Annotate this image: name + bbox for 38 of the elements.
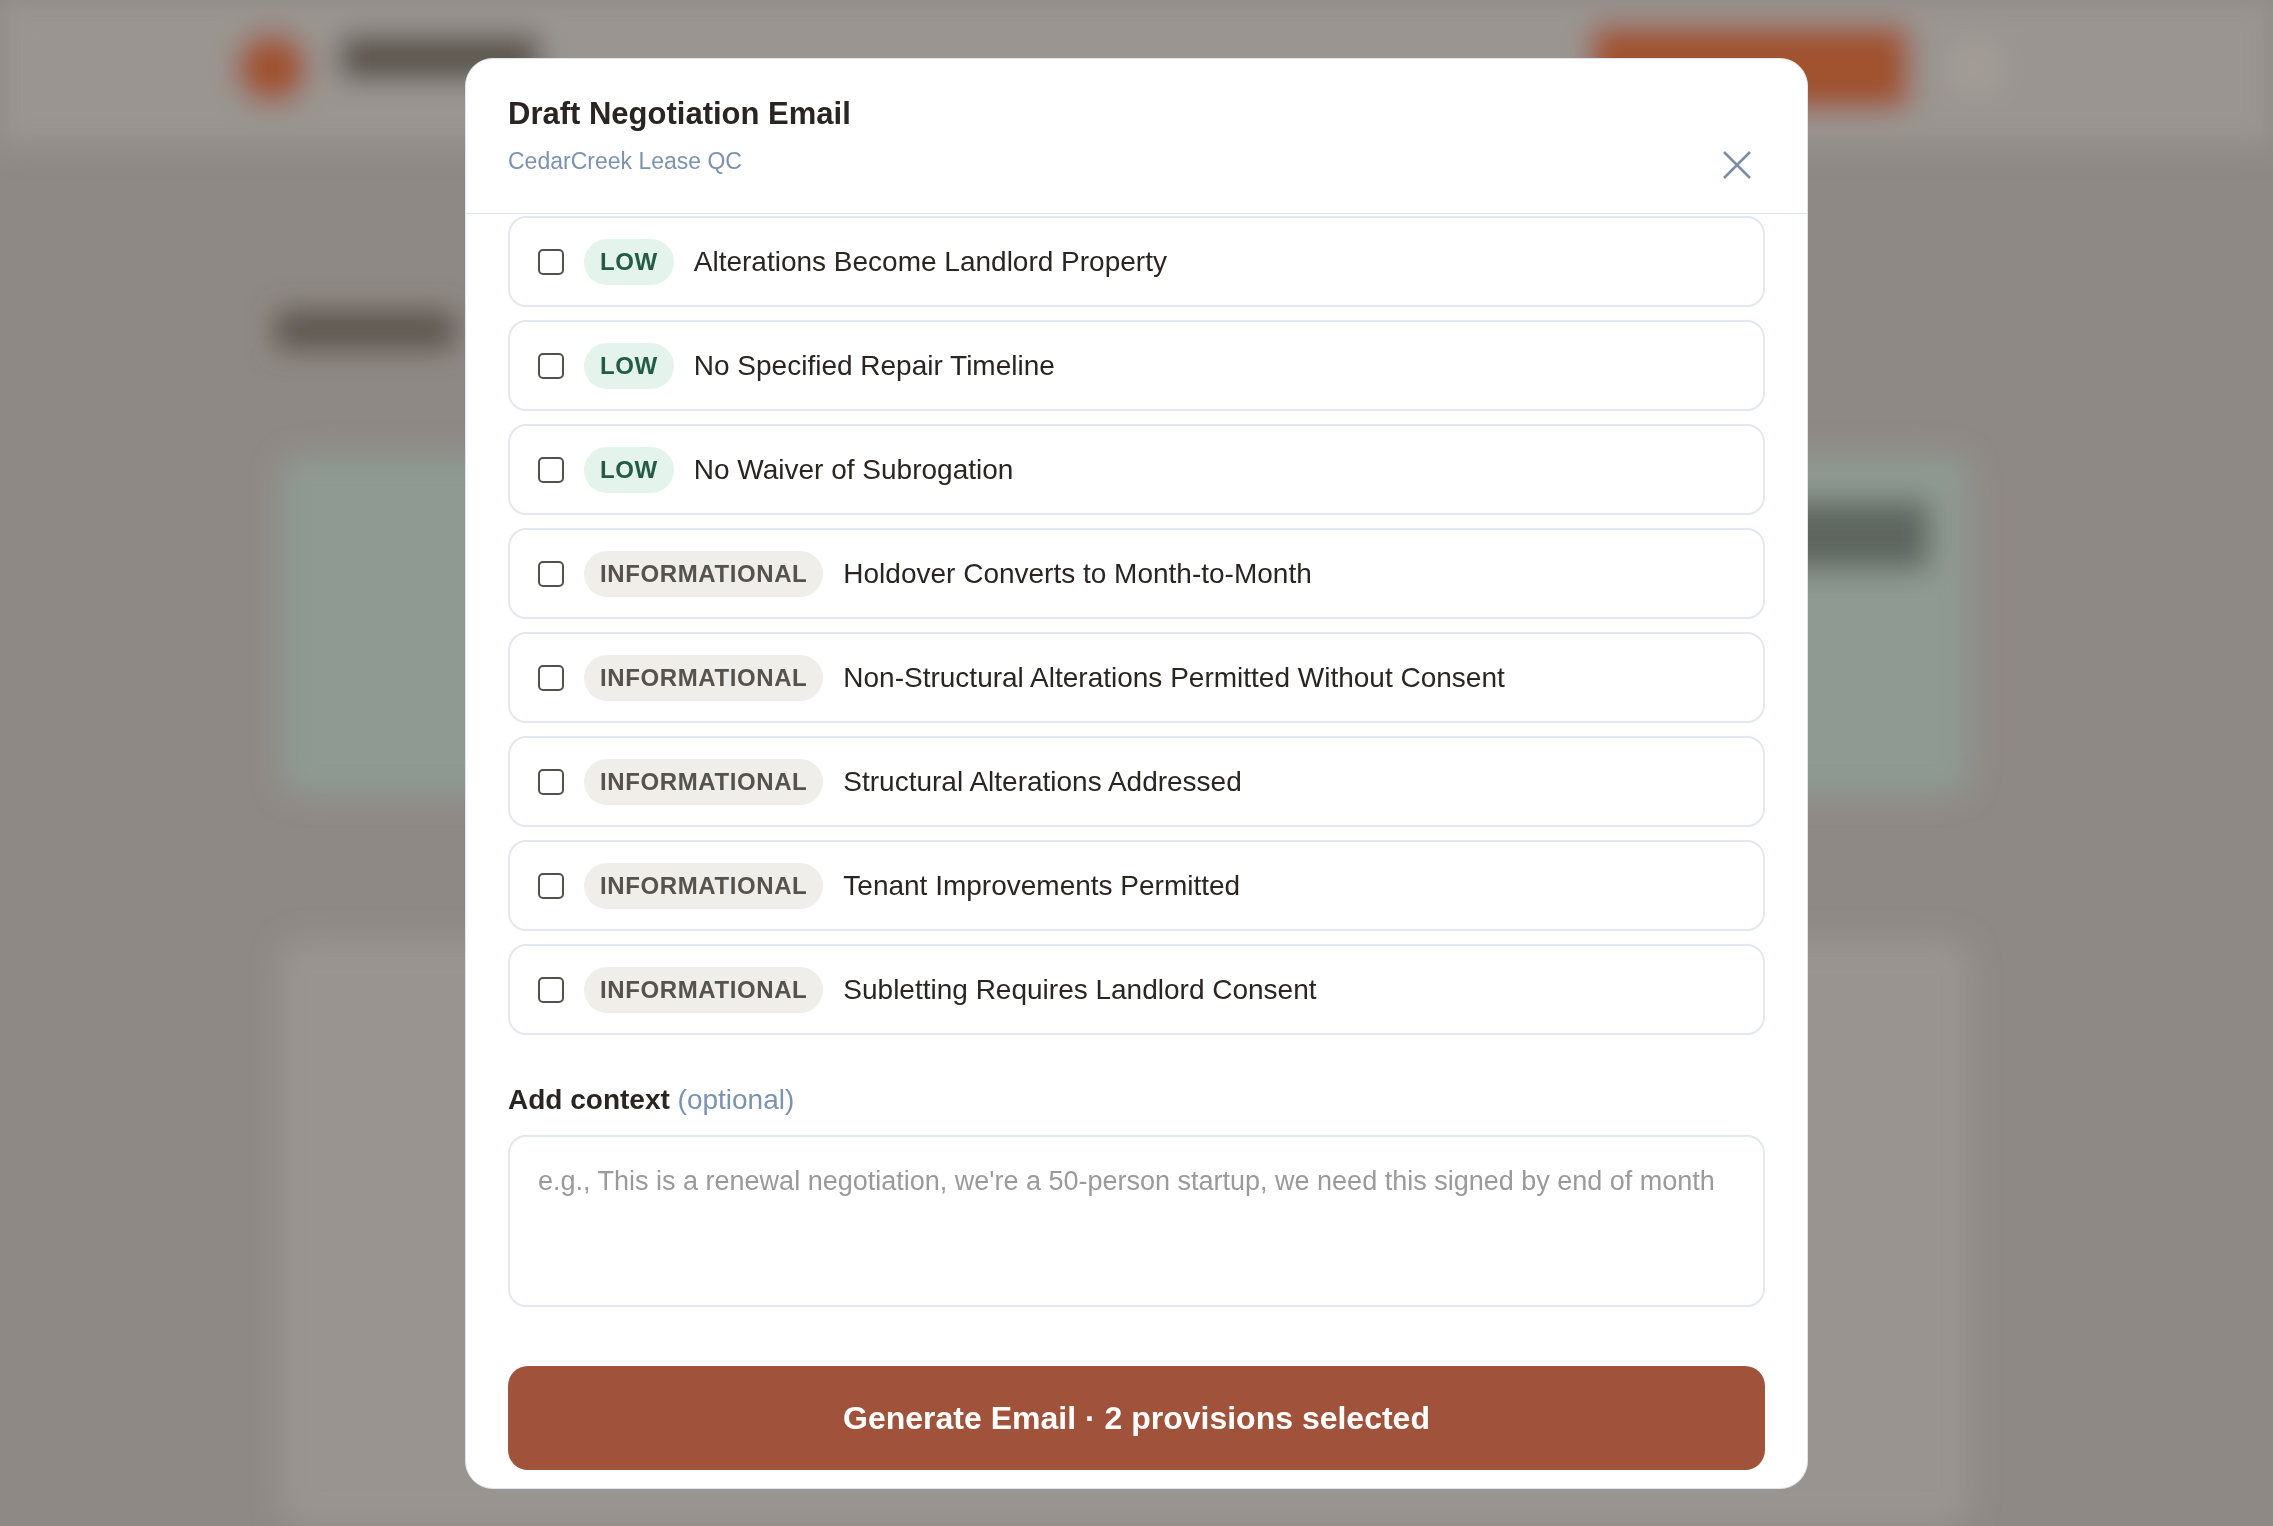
severity-badge: INFORMATIONAL: [584, 862, 824, 909]
severity-badge: INFORMATIONAL: [584, 550, 824, 597]
provision-row[interactable]: LOW Alterations Become Landlord Property: [508, 216, 1765, 307]
severity-badge: LOW: [584, 342, 674, 389]
provision-checkbox[interactable]: [538, 560, 564, 587]
provision-row[interactable]: INFORMATIONAL Non-Structural Alterations Permitted Without Consent: [508, 632, 1765, 723]
provision-checkbox[interactable]: [538, 456, 564, 483]
provision-title: Structural Alterations Addressed: [843, 764, 1242, 799]
context-field[interactable]: e.g., This is a renewal negotiation, we're a 50-person startup, we need this signed by end of month: [508, 1135, 1765, 1307]
provision-row[interactable]: INFORMATIONAL Structural Alterations Addressed: [508, 736, 1765, 827]
severity-badge: LOW: [584, 238, 674, 285]
provision-checkbox[interactable]: [538, 664, 564, 691]
provision-row[interactable]: INFORMATIONAL Tenant Improvements Permitted: [508, 840, 1765, 931]
dialog-title: Draft Negotiation Email: [508, 95, 851, 133]
provision-title: Tenant Improvements Permitted: [843, 868, 1241, 903]
provision-checkbox[interactable]: [538, 976, 564, 1003]
provision-title: Alterations Become Landlord Property: [693, 244, 1167, 279]
provision-row[interactable]: LOW No Specified Repair Timeline: [508, 320, 1765, 411]
provision-row[interactable]: LOW No Waiver of Subrogation: [508, 424, 1765, 515]
provision-checkbox[interactable]: [538, 872, 564, 899]
provision-title: Non-Structural Alterations Permitted Without Consent: [843, 660, 1505, 695]
provision-title: No Waiver of Subrogation: [693, 452, 1014, 487]
severity-badge: INFORMATIONAL: [584, 758, 824, 805]
severity-badge: LOW: [584, 446, 674, 493]
severity-badge: INFORMATIONAL: [584, 966, 824, 1013]
close-icon: [1721, 149, 1753, 181]
generate-email-button[interactable]: Generate Email · 2 provisions selected: [508, 1366, 1765, 1470]
provision-row[interactable]: INFORMATIONAL Holdover Converts to Month-to-Month: [508, 528, 1765, 619]
context-label: Add context (optional): [508, 1083, 796, 1117]
provision-checkbox[interactable]: [538, 768, 564, 795]
provision-title: No Specified Repair Timeline: [693, 348, 1055, 383]
severity-badge: INFORMATIONAL: [584, 654, 824, 701]
provision-row[interactable]: INFORMATIONAL Subletting Requires Landlord Consent: [508, 944, 1765, 1035]
dialog-subtitle: CedarCreek Lease QC: [508, 146, 743, 176]
provision-title: Subletting Requires Landlord Consent: [843, 972, 1317, 1007]
provision-title: Holdover Converts to Month-to-Month: [843, 556, 1312, 591]
provision-checkbox[interactable]: [538, 352, 564, 379]
provision-checkbox[interactable]: [538, 248, 564, 275]
